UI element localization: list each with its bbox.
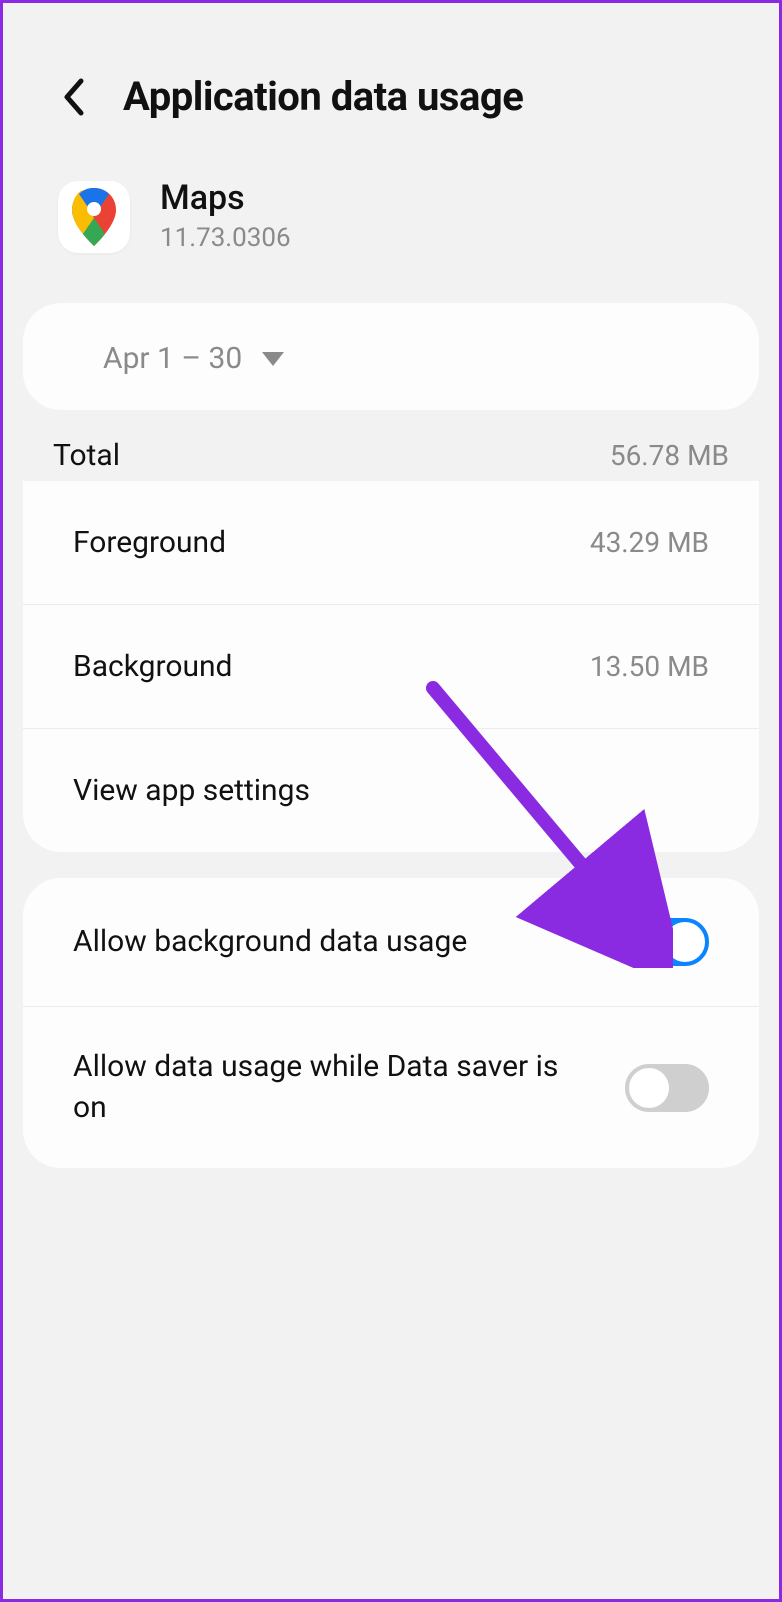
allow-data-saver-label: Allow data usage while Data saver is on xyxy=(73,1047,573,1128)
view-app-settings-row[interactable]: View app settings xyxy=(23,729,759,852)
toggle-knob xyxy=(627,1066,671,1110)
app-info-text: Maps 11.73.0306 xyxy=(160,180,291,253)
app-name: Maps xyxy=(160,180,291,217)
view-app-settings-label: View app settings xyxy=(73,773,310,808)
total-row: Total 56.78 MB xyxy=(3,420,779,481)
background-value: 13.50 MB xyxy=(590,650,709,683)
toggle-knob xyxy=(663,920,707,964)
usage-breakdown-card: Foreground 43.29 MB Background 13.50 MB … xyxy=(23,481,759,852)
foreground-value: 43.29 MB xyxy=(590,526,709,559)
foreground-label: Foreground xyxy=(73,525,226,560)
chevron-down-icon xyxy=(262,352,284,366)
date-range-dropdown[interactable]: Apr 1 – 30 xyxy=(23,303,759,410)
date-range-label: Apr 1 – 30 xyxy=(103,341,242,376)
total-label: Total xyxy=(53,438,120,473)
allow-data-saver-row[interactable]: Allow data usage while Data saver is on xyxy=(23,1007,759,1168)
page-title: Application data usage xyxy=(123,73,523,120)
allow-background-data-toggle[interactable] xyxy=(625,918,709,966)
maps-app-icon xyxy=(58,181,130,253)
back-icon[interactable] xyxy=(53,77,93,117)
toggles-card: Allow background data usage Allow data u… xyxy=(23,878,759,1168)
background-label: Background xyxy=(73,649,232,684)
allow-background-data-row[interactable]: Allow background data usage xyxy=(23,878,759,1007)
date-range-card: Apr 1 – 30 xyxy=(23,303,759,410)
app-info-row: Maps 11.73.0306 xyxy=(3,160,779,293)
app-version: 11.73.0306 xyxy=(160,223,291,253)
header: Application data usage xyxy=(3,3,779,160)
allow-data-saver-toggle[interactable] xyxy=(625,1064,709,1112)
total-value: 56.78 MB xyxy=(610,439,729,472)
background-row: Background 13.50 MB xyxy=(23,605,759,729)
allow-background-data-label: Allow background data usage xyxy=(73,922,467,963)
foreground-row: Foreground 43.29 MB xyxy=(23,481,759,605)
